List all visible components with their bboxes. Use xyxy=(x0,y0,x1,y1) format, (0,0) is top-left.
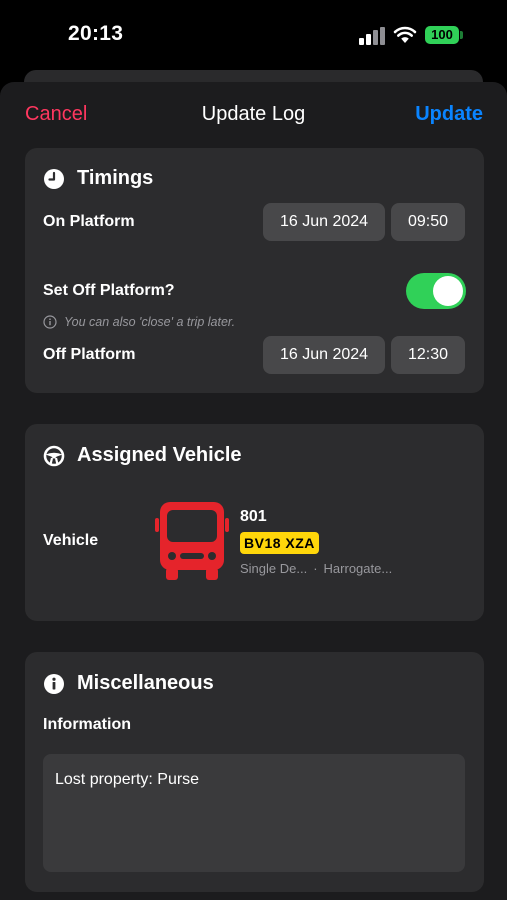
timings-card: Timings On Platform 16 Jun 2024 09:50 Se… xyxy=(25,148,484,393)
off-platform-date-picker[interactable]: 16 Jun 2024 xyxy=(263,336,385,374)
cellular-signal-icon xyxy=(359,27,385,45)
hint-text: You can also 'close' a trip later. xyxy=(64,315,236,329)
info-circle-icon xyxy=(43,315,57,329)
vehicle-type: Single De... xyxy=(240,561,308,576)
battery-indicator: 100 xyxy=(425,26,459,44)
on-platform-label: On Platform xyxy=(43,213,135,230)
status-bar: 20:13 100 xyxy=(0,0,507,70)
off-platform-hint: You can also 'close' a trip later. xyxy=(43,315,235,329)
vehicle-title: Assigned Vehicle xyxy=(77,444,242,466)
steering-wheel-icon xyxy=(43,445,65,466)
timings-title: Timings xyxy=(77,167,154,189)
miscellaneous-card: Miscellaneous Information Lost property:… xyxy=(25,652,484,892)
battery-cap xyxy=(460,31,463,39)
meta-separator: · xyxy=(313,561,318,576)
wifi-icon xyxy=(393,26,417,43)
set-off-platform-toggle[interactable] xyxy=(406,273,466,309)
on-platform-time-picker[interactable]: 09:50 xyxy=(391,203,465,241)
vehicle-depot: Harrogate... xyxy=(323,561,393,576)
assigned-vehicle-card: Assigned Vehicle Vehicle 801 BV18 XZA Si… xyxy=(25,424,484,621)
on-platform-date-picker[interactable]: 16 Jun 2024 xyxy=(263,203,385,241)
information-textarea[interactable]: Lost property: Purse xyxy=(43,754,465,872)
off-platform-time-picker[interactable]: 12:30 xyxy=(391,336,465,374)
set-off-platform-label: Set Off Platform? xyxy=(43,282,175,299)
status-time: 20:13 xyxy=(68,22,124,45)
vehicle-label: Vehicle xyxy=(43,532,99,549)
off-platform-label: Off Platform xyxy=(43,346,136,363)
vehicle-number: 801 xyxy=(240,508,267,525)
info-icon xyxy=(44,673,64,694)
timings-header: Timings xyxy=(43,167,153,190)
update-button[interactable]: Update xyxy=(415,103,483,126)
vehicle-header: Assigned Vehicle xyxy=(43,444,242,467)
information-label: Information xyxy=(43,716,131,733)
bus-icon[interactable] xyxy=(155,502,229,580)
misc-title: Miscellaneous xyxy=(77,672,214,694)
registration-plate: BV18 XZA xyxy=(240,532,319,554)
vehicle-meta: Single De... · Harrogate... xyxy=(240,561,392,576)
toggle-knob xyxy=(433,276,463,306)
clock-icon xyxy=(44,168,64,189)
misc-header: Miscellaneous xyxy=(43,672,214,695)
